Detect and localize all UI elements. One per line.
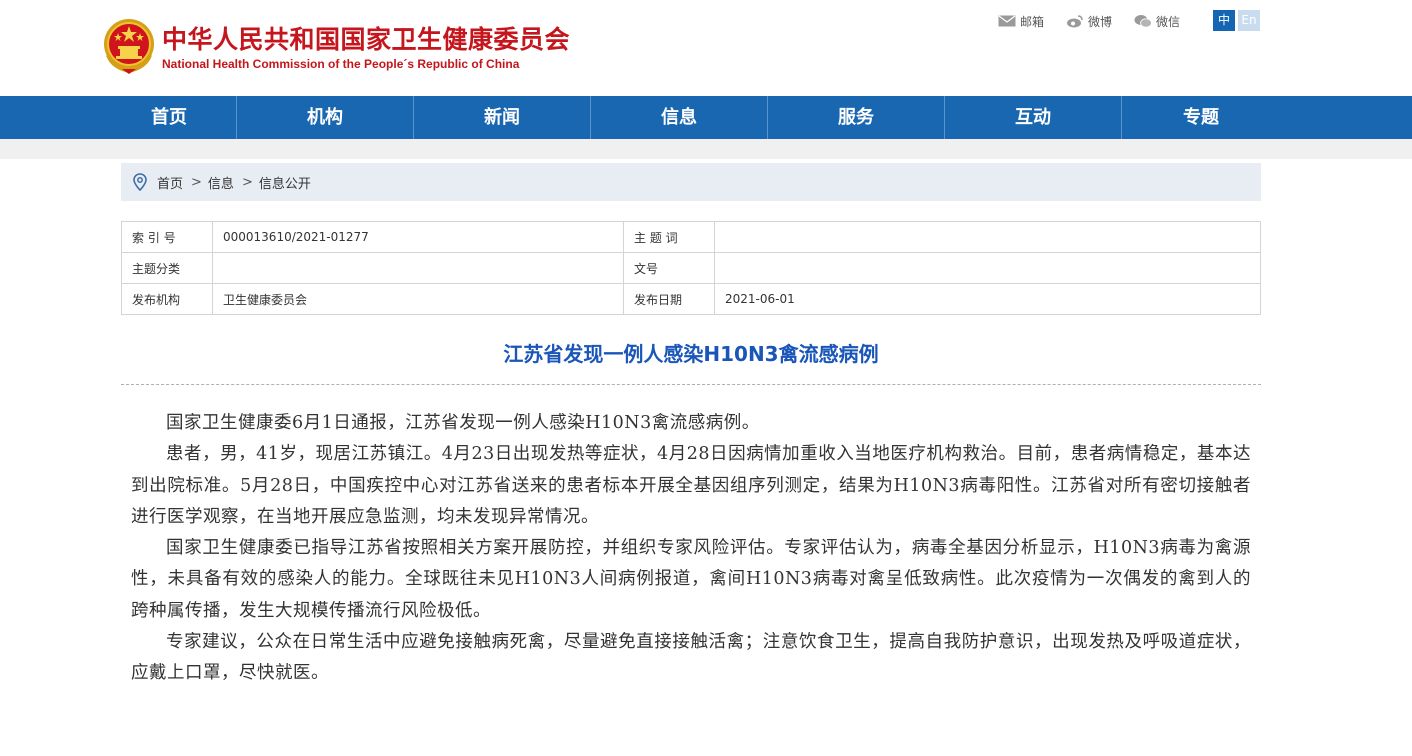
site-title[interactable]: 中华人民共和国国家卫生健康委员会 [162,20,570,56]
nav-item-home[interactable]: 首页 [102,96,237,139]
article-paragraph: 专家建议，公众在日常生活中应避免接触病死禽，尽量避免直接接触活禽；注意饮食卫生，… [131,632,1251,684]
document-number-value [714,252,1261,284]
article-paragraph: 国家卫生健康委已指导江苏省按照相关方案开展防控，并组织专家风险评估。专家评估认为… [131,538,1251,621]
subject-category-label: 主题分类 [121,252,213,284]
lang-zh-button[interactable]: 中 [1213,10,1235,31]
document-number-label: 文号 [623,252,715,284]
top-links: 邮箱 微博 微信 [998,11,1202,31]
breadcrumb-info-disclosure[interactable]: 信息公开 [259,173,311,192]
table-row: 索 引 号 000013610/2021-01277 主 题 词 [121,221,1261,253]
publisher-label: 发布机构 [121,283,213,315]
publish-date-label: 发布日期 [623,283,715,315]
mail-icon [998,15,1016,27]
nav-item-service[interactable]: 服务 [768,96,945,139]
publisher-value: 卫生健康委员会 [212,283,624,315]
location-pin-icon [133,173,147,191]
wechat-link[interactable]: 微信 [1134,13,1180,30]
subject-words-value [714,221,1261,253]
nav-item-info[interactable]: 信息 [591,96,768,139]
nav-item-org[interactable]: 机构 [237,96,414,139]
site-subtitle: National Health Commission of the People… [162,57,520,71]
mail-link[interactable]: 邮箱 [998,13,1044,30]
site-header: 中华人民共和国国家卫生健康委员会 National Health Commiss… [0,0,1412,96]
nav-item-interact[interactable]: 互动 [945,96,1122,139]
table-row: 发布机构 卫生健康委员会 发布日期 2021-06-01 [121,283,1261,315]
language-switch: 中 En [1213,10,1260,31]
subject-words-label: 主 题 词 [623,221,715,253]
index-number-label: 索 引 号 [121,221,213,253]
publish-date-value: 2021-06-01 [714,283,1261,315]
weibo-icon [1067,15,1083,28]
title-divider [121,384,1261,385]
breadcrumb-separator: > [241,174,253,190]
breadcrumb-separator: > [191,174,202,190]
nav-item-topics[interactable]: 专题 [1122,96,1280,139]
national-emblem-logo[interactable] [102,17,156,75]
wechat-link-label: 微信 [1156,14,1181,29]
article-paragraph: 国家卫生健康委6月1日通报，江苏省发现一例人感染H10N3禽流感病例。 [166,413,760,433]
breadcrumb-info[interactable]: 信息 [208,173,234,192]
subject-category-value [212,252,624,284]
article-paragraph: 患者，男，41岁，现居江苏镇江。4月23日出现发热等症状，4月28日因病情加重收… [131,444,1251,527]
article-title: 江苏省发现一例人感染H10N3禽流感病例 [503,342,879,366]
breadcrumb-home[interactable]: 首页 [157,173,183,192]
wechat-icon [1134,15,1152,28]
table-row: 主题分类 文号 [121,252,1261,284]
index-number-value: 000013610/2021-01277 [212,221,624,253]
weibo-link-label: 微博 [1088,14,1113,29]
article-body: 国家卫生健康委6月1日通报，江苏省发现一例人感染H10N3禽流感病例。 患者，男… [131,408,1251,690]
lang-en-button[interactable]: En [1238,10,1260,31]
main-nav: 首页 机构 新闻 信息 服务 互动 专题 [0,96,1412,139]
weibo-link[interactable]: 微博 [1066,13,1112,30]
nav-item-news[interactable]: 新闻 [414,96,591,139]
mail-link-label: 邮箱 [1020,14,1045,29]
breadcrumb: 首页 > 信息 > 信息公开 [121,163,1261,201]
document-info-table: 索 引 号 000013610/2021-01277 主 题 词 主题分类 文号… [121,221,1261,315]
nav-shadow-band [0,139,1412,159]
